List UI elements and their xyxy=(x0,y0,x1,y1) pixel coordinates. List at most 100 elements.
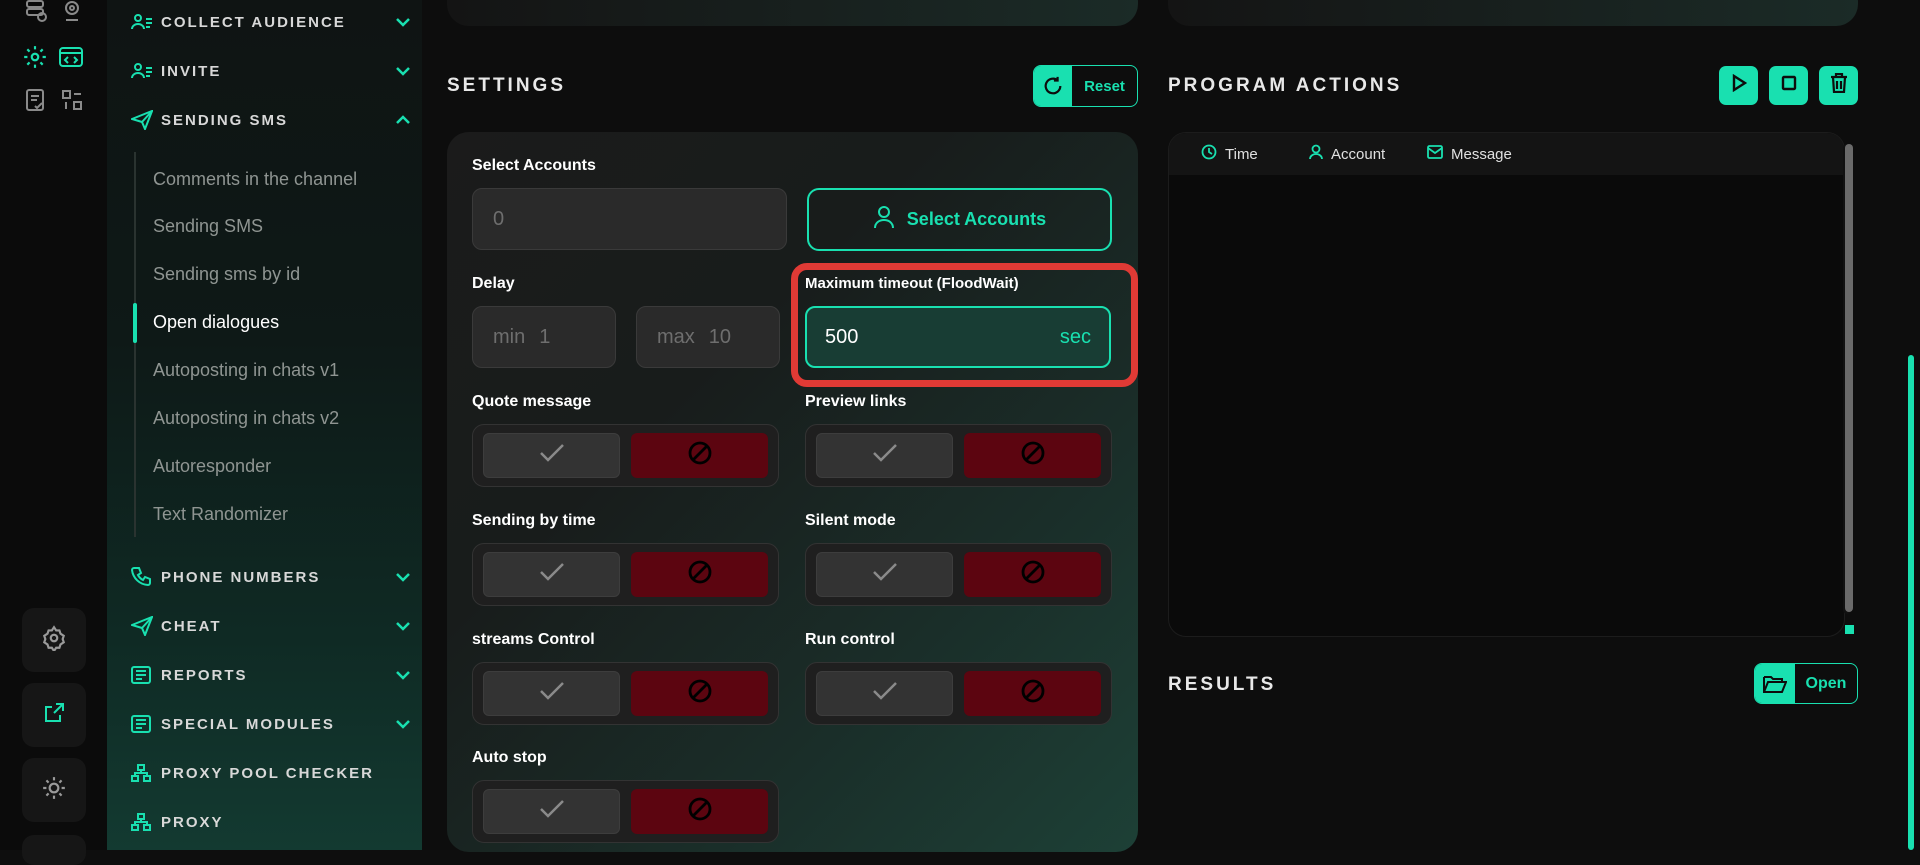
preview-links-toggle xyxy=(805,424,1112,487)
users-icon xyxy=(131,62,155,80)
enable-button[interactable] xyxy=(483,552,620,597)
enable-button[interactable] xyxy=(483,671,620,716)
streams-control-toggle xyxy=(472,662,779,725)
check-icon xyxy=(872,443,898,468)
sending-by-time-label: Sending by time xyxy=(472,512,596,529)
disable-button[interactable] xyxy=(631,789,768,834)
swap-icon[interactable] xyxy=(58,86,86,114)
enable-button[interactable] xyxy=(816,671,953,716)
chevron-down-icon xyxy=(395,670,411,680)
page-scrollbar[interactable] xyxy=(1908,355,1914,850)
disable-button[interactable] xyxy=(964,433,1101,478)
check-icon xyxy=(872,562,898,587)
chevron-down-icon xyxy=(395,66,411,76)
sub-item-open-dialogues[interactable]: Open dialogues xyxy=(153,308,279,336)
results-title: RESULTS xyxy=(1168,674,1277,695)
quote-message-label: Quote message xyxy=(472,393,592,410)
database-icon[interactable] xyxy=(22,0,50,22)
settings-title: SETTINGS xyxy=(447,75,567,96)
stop-button[interactable] xyxy=(1769,66,1808,105)
ban-icon xyxy=(687,678,713,709)
column-message[interactable]: Message xyxy=(1427,145,1512,163)
nav-phone-numbers[interactable]: PHONE NUMBERS xyxy=(131,562,411,592)
preview-links-label: Preview links xyxy=(805,393,907,410)
ban-icon xyxy=(687,559,713,590)
sub-item-autoposting-v2[interactable]: Autoposting in chats v2 xyxy=(153,404,339,432)
table-header: Time Account Message xyxy=(1169,133,1844,175)
disable-button[interactable] xyxy=(631,552,768,597)
nav-sending-sms[interactable]: SENDING SMS xyxy=(131,105,411,135)
column-account[interactable]: Account xyxy=(1309,144,1385,164)
resize-handle[interactable] xyxy=(1845,625,1854,634)
trash-icon xyxy=(1830,72,1848,98)
enable-button[interactable] xyxy=(483,433,620,478)
delay-label: Delay xyxy=(472,275,515,292)
chevron-up-icon xyxy=(395,115,411,125)
delay-min-field[interactable]: min 1 xyxy=(472,306,616,368)
theme-button[interactable] xyxy=(22,758,86,822)
sub-item-autoresponder[interactable]: Autoresponder xyxy=(153,452,271,480)
nav-special-modules[interactable]: SPECIAL MODULES xyxy=(131,709,411,739)
nav-proxy[interactable]: PROXY xyxy=(131,807,411,837)
enable-button[interactable] xyxy=(483,789,620,834)
nav-cheat[interactable]: CHEAT xyxy=(131,611,411,641)
delete-button[interactable] xyxy=(1819,66,1858,105)
webcam-icon[interactable] xyxy=(58,0,86,22)
settings-button[interactable] xyxy=(22,608,86,672)
accounts-count-field[interactable]: 0 xyxy=(472,188,787,250)
enable-button[interactable] xyxy=(816,433,953,478)
play-icon xyxy=(1731,73,1747,97)
sub-item-text-randomizer[interactable]: Text Randomizer xyxy=(153,500,288,528)
column-time[interactable]: Time xyxy=(1201,144,1258,164)
network-icon xyxy=(131,813,155,831)
enable-button[interactable] xyxy=(816,552,953,597)
silent-mode-label: Silent mode xyxy=(805,512,896,529)
ban-icon xyxy=(1020,678,1046,709)
external-link-icon xyxy=(42,701,66,730)
network-icon xyxy=(131,764,155,782)
auto-stop-toggle xyxy=(472,780,779,843)
extra-button[interactable] xyxy=(22,835,86,865)
open-button[interactable]: Open xyxy=(1754,663,1858,704)
sub-item-sending-sms[interactable]: Sending SMS xyxy=(153,212,263,240)
top-card-left xyxy=(447,0,1138,26)
nav-invite[interactable]: INVITE xyxy=(131,56,411,86)
disable-button[interactable] xyxy=(964,552,1101,597)
code-window-icon[interactable] xyxy=(56,42,86,72)
settings-icon xyxy=(41,624,67,656)
max-timeout-field[interactable]: 500 sec xyxy=(805,306,1111,368)
nav-reports[interactable]: REPORTS xyxy=(131,660,411,690)
icon-rail xyxy=(0,0,107,865)
theme-icon xyxy=(41,775,67,806)
phone-icon xyxy=(131,567,155,587)
table-scrollbar[interactable] xyxy=(1845,144,1853,612)
nav-collect-audience[interactable]: COLLECT AUDIENCE xyxy=(131,7,411,37)
sub-item-autoposting-v1[interactable]: Autoposting in chats v1 xyxy=(153,356,339,384)
submenu-line xyxy=(134,152,136,537)
disable-button[interactable] xyxy=(631,433,768,478)
chevron-down-icon xyxy=(395,621,411,631)
max-timeout-label: Maximum timeout (FloodWait) xyxy=(805,275,1019,292)
play-button[interactable] xyxy=(1719,66,1758,105)
reset-button[interactable]: Reset xyxy=(1033,65,1138,107)
user-icon xyxy=(1309,144,1331,164)
nav-proxy-pool-checker[interactable]: PROXY POOL CHECKER xyxy=(131,758,411,788)
gear-icon[interactable] xyxy=(20,42,50,72)
quote-message-toggle xyxy=(472,424,779,487)
auto-stop-label: Auto stop xyxy=(472,749,547,766)
select-accounts-button[interactable]: Select Accounts xyxy=(807,188,1112,251)
disable-button[interactable] xyxy=(631,671,768,716)
refresh-icon xyxy=(1034,66,1072,106)
program-actions-title: PROGRAM ACTIONS xyxy=(1168,75,1403,96)
disable-button[interactable] xyxy=(964,671,1101,716)
users-icon xyxy=(131,13,155,31)
delay-max-field[interactable]: max 10 xyxy=(636,306,780,368)
folder-open-icon xyxy=(1755,664,1795,703)
run-control-label: Run control xyxy=(805,631,895,648)
sub-item-comments[interactable]: Comments in the channel xyxy=(153,165,357,193)
document-check-icon[interactable] xyxy=(22,86,50,114)
streams-control-label: streams Control xyxy=(472,631,595,648)
sub-item-sending-sms-by-id[interactable]: Sending sms by id xyxy=(153,260,300,288)
external-link-button[interactable] xyxy=(22,683,86,747)
newspaper-icon xyxy=(131,715,155,733)
